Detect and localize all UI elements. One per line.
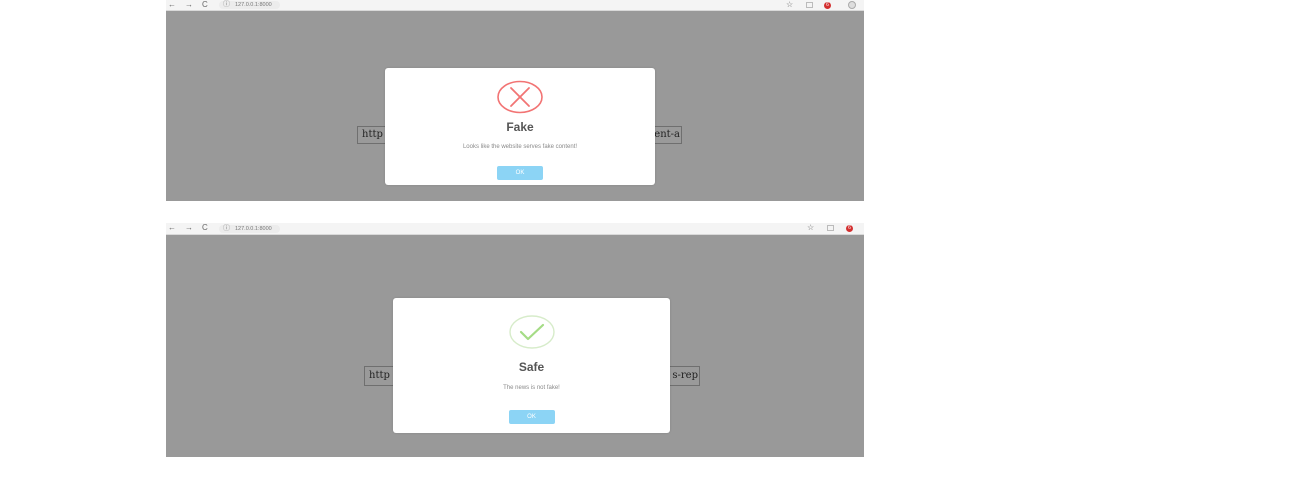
reload-icon[interactable]: C [202, 223, 208, 233]
url-input-left-text: http [369, 370, 390, 381]
forward-icon[interactable]: → [185, 223, 193, 233]
address-text: 127.0.0.1:8000 [235, 226, 272, 232]
back-icon[interactable]: ← [168, 0, 176, 10]
alert-modal: Safe The news is not fake! OK [393, 298, 670, 433]
extension-icon[interactable] [827, 225, 834, 231]
success-check-icon [508, 315, 555, 349]
error-x-icon [497, 80, 543, 114]
info-icon[interactable]: ⓘ [223, 225, 230, 233]
modal-message: Looks like the website serves fake conte… [462, 144, 578, 150]
url-input-left-text: http [362, 129, 383, 140]
browser-toolbar: ← → C ⓘ 127.0.0.1:8000 ☆ 6 [166, 0, 864, 11]
reload-icon[interactable]: C [202, 0, 208, 10]
url-input-right-text: s-rep [672, 370, 698, 381]
screenshot-fake: ← → C ⓘ 127.0.0.1:8000 ☆ 6 http ent-a Fa… [166, 0, 864, 201]
address-text: 127.0.0.1:8000 [235, 2, 272, 8]
info-icon[interactable]: ⓘ [223, 1, 230, 9]
bookmark-star-icon[interactable]: ☆ [807, 223, 814, 233]
extension-badge-icon[interactable]: 6 [824, 2, 831, 9]
bookmark-star-icon[interactable]: ☆ [786, 0, 793, 10]
extension-badge-icon[interactable]: 6 [846, 225, 853, 232]
modal-title: Fake [506, 120, 534, 134]
modal-message: The news is not fake! [503, 385, 560, 391]
back-icon[interactable]: ← [168, 223, 176, 233]
alert-modal: Fake Looks like the website serves fake … [385, 68, 655, 185]
url-input-right-text: ent-a [654, 129, 680, 140]
modal-title: Safe [518, 360, 545, 374]
browser-toolbar: ← → C ⓘ 127.0.0.1:8000 ☆ 6 [166, 223, 864, 235]
page-overlay: http s-rep Safe The news is not fake! OK [166, 235, 864, 457]
page-overlay: http ent-a Fake Looks like the website s… [166, 11, 864, 201]
ok-button[interactable]: OK [508, 410, 555, 424]
screenshot-safe: ← → C ⓘ 127.0.0.1:8000 ☆ 6 http s-rep Sa… [166, 223, 864, 457]
profile-avatar-icon[interactable] [848, 1, 856, 9]
forward-icon[interactable]: → [185, 0, 193, 10]
address-bar[interactable]: ⓘ 127.0.0.1:8000 [219, 1, 280, 9]
ok-button[interactable]: OK [497, 166, 543, 180]
extension-icon[interactable] [806, 2, 813, 8]
address-bar[interactable]: ⓘ 127.0.0.1:8000 [219, 225, 280, 233]
